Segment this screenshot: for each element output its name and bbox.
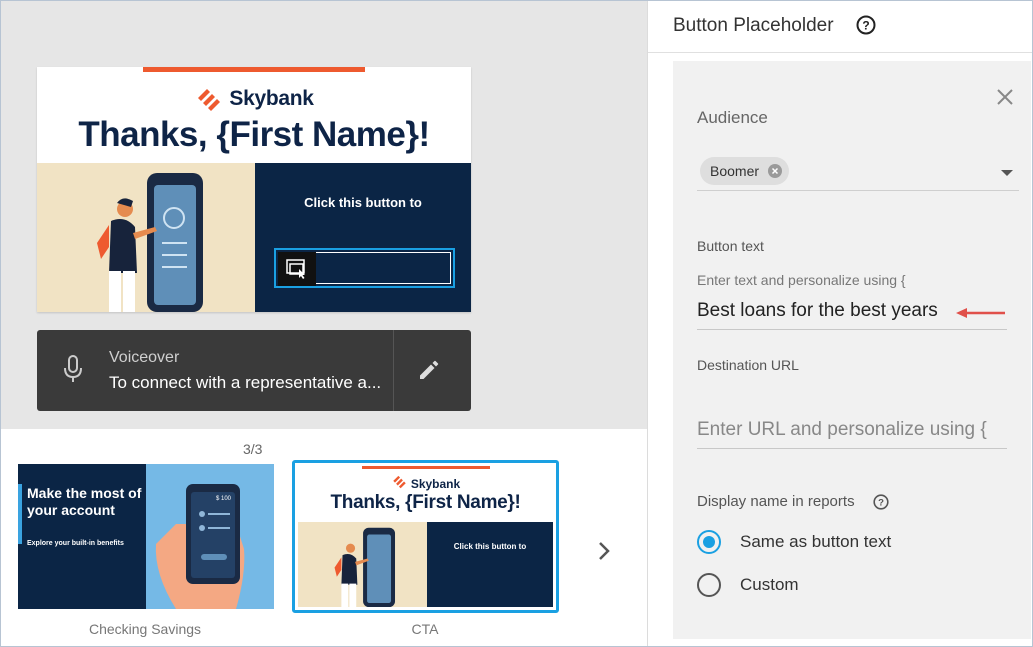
voiceover-text: To connect with a representative a... [109, 373, 382, 392]
audience-chip: Boomer [700, 157, 790, 185]
voiceover-bar: Voiceover To connect with a representati… [37, 330, 471, 411]
thumbnail-headline: Make the most of your account [27, 485, 142, 518]
preview-area: Skybank Thanks, {First Name}! Click this… [1, 1, 647, 429]
panel-divider [647, 1, 648, 646]
chevron-right-icon[interactable] [594, 538, 614, 569]
slide-accent-bar [143, 67, 365, 72]
button-placeholder[interactable] [274, 248, 455, 288]
destination-url-input[interactable]: Enter URL and personalize using { [697, 419, 987, 441]
pencil-edit-icon[interactable] [417, 358, 441, 387]
radio-label-custom[interactable]: Custom [740, 575, 799, 595]
thumbnail-subtext: Explore your built-in benefits [27, 540, 124, 547]
slide-preview[interactable]: Skybank Thanks, {First Name}! Click this… [37, 67, 471, 312]
thumbnail-brand: Skybank [298, 474, 553, 494]
panel-header: Button Placeholder ? [648, 1, 1032, 53]
close-icon[interactable] [995, 87, 1015, 112]
svg-text:?: ? [878, 498, 884, 509]
phone-amount: $ 100 [216, 496, 232, 502]
button-placeholder-icon [278, 252, 316, 286]
display-name-help-icon[interactable]: ? [873, 494, 889, 515]
display-name-label: Display name in reports [697, 493, 855, 510]
help-icon[interactable]: ? [856, 15, 876, 40]
thumbnail-label-cta: CTA [411, 621, 439, 637]
audience-card: Audience Boomer Button text Enter text a… [673, 61, 1031, 639]
radio-label-same-as-button-text[interactable]: Same as button text [740, 532, 891, 552]
button-text-input[interactable]: Best loans for the best years [697, 300, 938, 322]
remove-chip-icon[interactable] [768, 164, 783, 178]
skybank-logo-icon [194, 86, 224, 112]
audience-select[interactable]: Boomer [697, 151, 1019, 191]
button-text-hint: Enter text and personalize using { [697, 272, 906, 288]
voiceover-label: Voiceover [109, 349, 180, 366]
thumbnail-cta-text: Click this button to [453, 542, 527, 551]
audience-label: Audience [697, 108, 768, 127]
slide-counter: 3/3 [243, 441, 263, 457]
thumbnail-accent [18, 484, 22, 544]
destination-url-underline [697, 448, 1007, 449]
cta-panel: Click this button to [255, 163, 471, 312]
voiceover-divider [393, 330, 394, 411]
hand-phone-illustration: $ 100 [146, 464, 274, 609]
person-phone-illustration [37, 163, 255, 312]
brand-name: Skybank [229, 87, 314, 110]
audience-chip-label: Boomer [710, 163, 760, 179]
svg-text:?: ? [862, 19, 869, 33]
thumbnail-dark-panel: Make the most of your account Explore yo… [18, 464, 146, 609]
thumbnail-accent-bar [362, 466, 490, 469]
chevron-down-icon[interactable] [1001, 170, 1013, 176]
button-text-underline [697, 329, 1007, 330]
thumbnail-cta-panel: Click this button to [427, 522, 553, 607]
destination-url-label: Destination URL [697, 357, 799, 373]
radio-same-as-button-text[interactable] [697, 530, 721, 554]
thumbnail-cta-selected[interactable]: Skybank Thanks, {First Name}! Click this… [292, 460, 559, 613]
thumbnail-brand-name: Skybank [410, 477, 461, 491]
brand-logo: Skybank [37, 86, 471, 112]
skybank-logo-icon [391, 474, 408, 494]
microphone-icon [63, 354, 83, 389]
thumbnail-checking-savings[interactable]: Make the most of your account Explore yo… [18, 464, 274, 609]
radio-custom[interactable] [697, 573, 721, 597]
thumbnail-cta: Skybank Thanks, {First Name}! Click this… [298, 466, 553, 607]
cta-text: Click this button to [304, 195, 422, 210]
red-arrow-icon [955, 306, 1007, 324]
thumbnail-label-checking-savings: Checking Savings [88, 621, 202, 637]
slide-title: Thanks, {First Name}! [78, 115, 430, 154]
thumbnail-title: Thanks, {First Name}! [330, 492, 521, 513]
panel-title: Button Placeholder [673, 15, 834, 36]
button-text-label: Button text [697, 238, 764, 254]
thumbnail-illustration [298, 522, 427, 607]
